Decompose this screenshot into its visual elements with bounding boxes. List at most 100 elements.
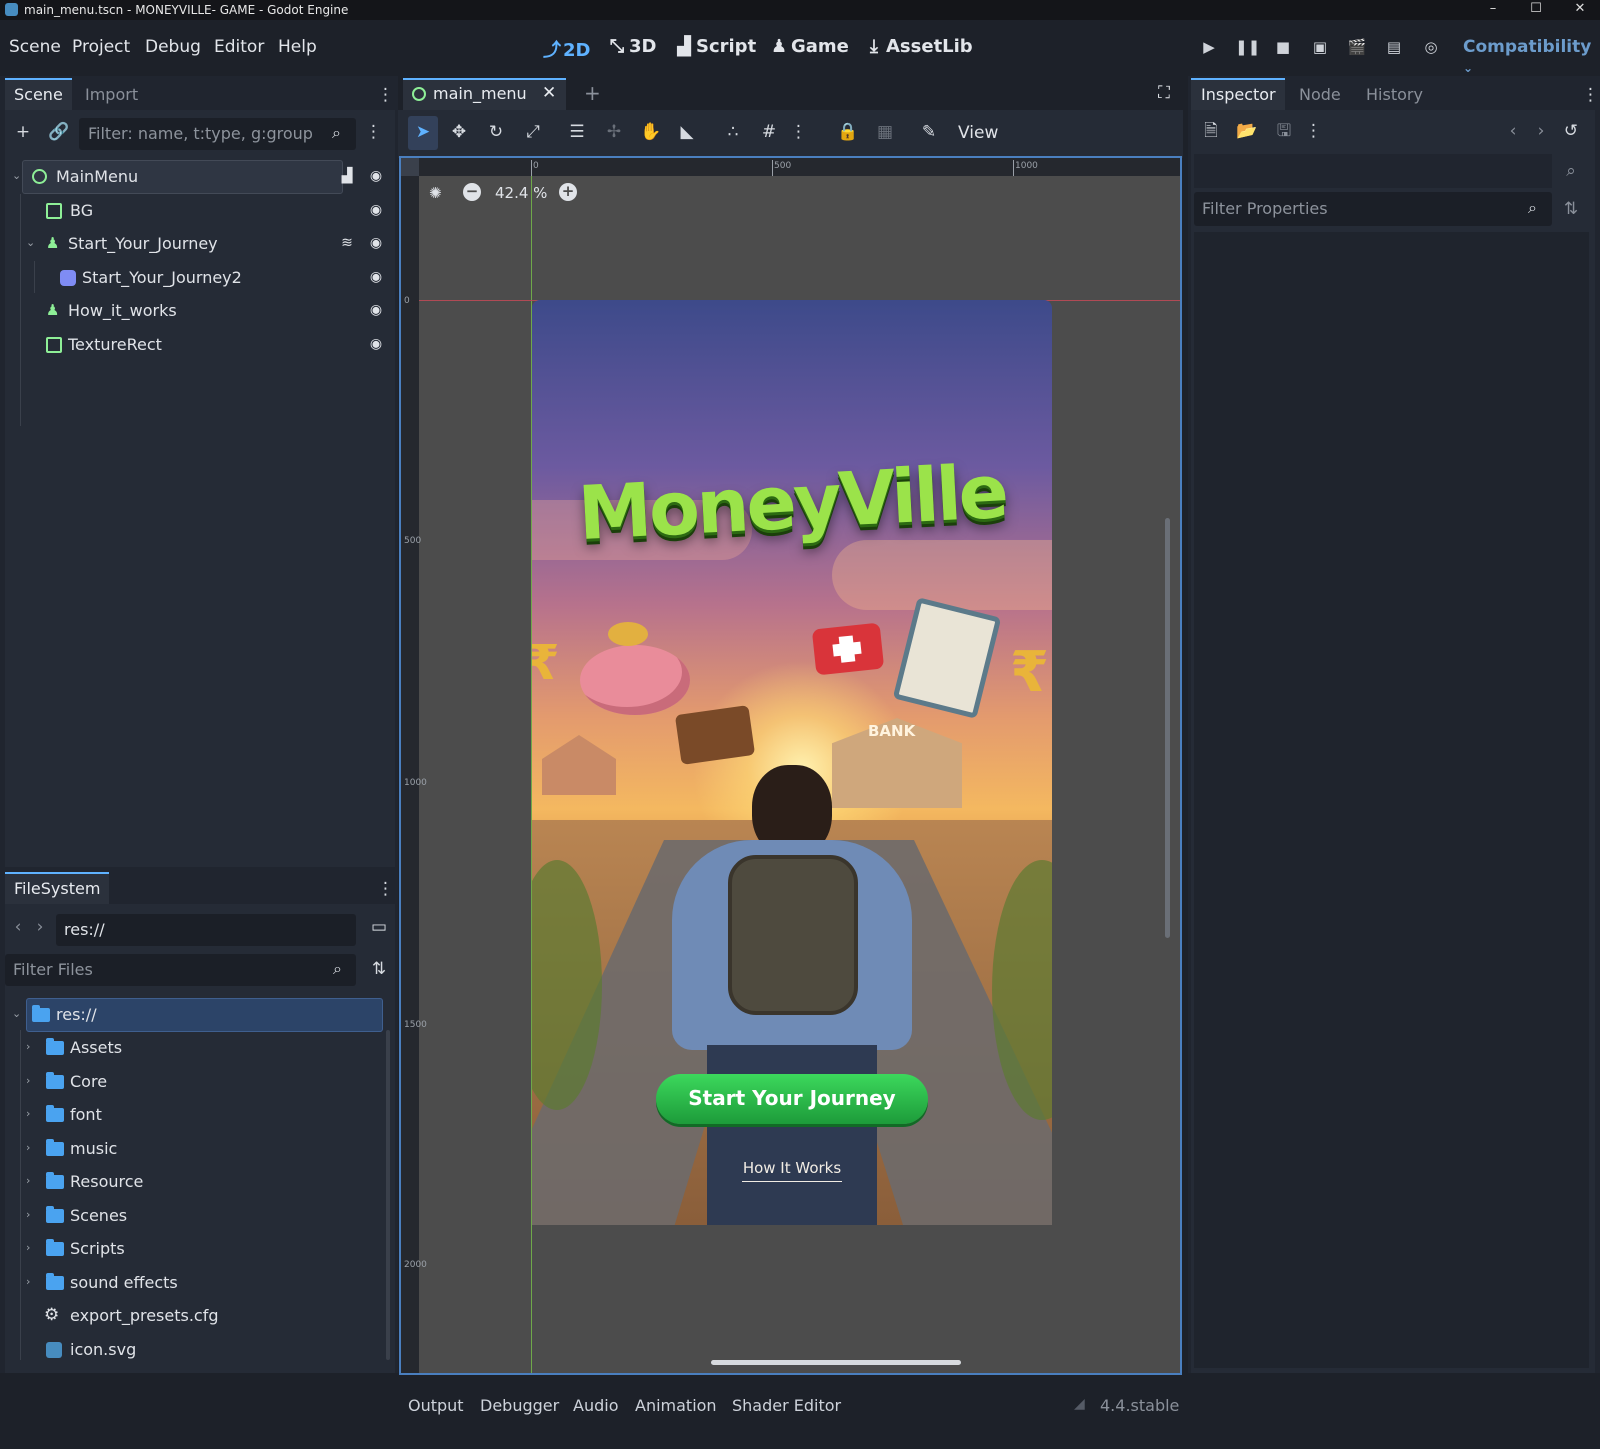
pivot-tool-icon[interactable]: ✢ — [601, 119, 627, 145]
distraction-free-icon[interactable]: ⛶ — [1158, 83, 1170, 103]
tab-import[interactable]: Import — [85, 85, 138, 104]
zoom-level[interactable]: 42.4 % — [495, 184, 547, 202]
lock-icon[interactable]: 🔒 — [835, 119, 861, 145]
script-attached-icon[interactable]: ▟ — [338, 168, 356, 186]
tree-node-texturerect[interactable]: TextureRect ◉ — [12, 328, 390, 362]
viewport-hscroll[interactable] — [711, 1360, 961, 1365]
back-icon[interactable]: ‹ — [8, 914, 28, 940]
tab-filesystem[interactable]: FileSystem — [14, 879, 100, 898]
tree-node-how-it-works[interactable]: ♟ How_it_works ◉ — [12, 294, 390, 328]
dock-menu-icon[interactable]: ⋮ — [377, 876, 394, 902]
tree-node-start-your-journey2[interactable]: Start_Your_Journey2 ◉ — [12, 261, 390, 295]
tab-audio[interactable]: Audio — [573, 1396, 618, 1415]
zoom-in-icon[interactable]: + — [559, 183, 577, 201]
play-custom-scene-icon[interactable]: ▤ — [1383, 38, 1405, 60]
play-scene-icon[interactable]: 🎬 — [1346, 38, 1368, 60]
renderer-selector[interactable]: Compatibility ⌄ — [1463, 37, 1600, 77]
close-tab-icon[interactable]: ✕ — [542, 83, 556, 103]
remote-debug-icon[interactable]: ▣ — [1309, 38, 1331, 60]
split-mode-icon[interactable]: ▭ — [366, 914, 392, 940]
fs-item-sound-effects[interactable]: › sound effects — [12, 1266, 390, 1300]
add-node-icon[interactable]: + — [10, 119, 36, 145]
how-it-works-link[interactable]: How It Works — [712, 1159, 872, 1182]
fs-item-assets[interactable]: › Assets — [12, 1031, 390, 1065]
zoom-out-icon[interactable]: − — [463, 183, 481, 201]
center-view-icon[interactable]: ✺ — [429, 184, 442, 202]
main-screen-assetlib[interactable]: ⤓ AssetLib — [866, 36, 973, 57]
2d-viewport[interactable]: 0 500 1000 0 500 1000 1500 2000 ✺ − 42.4… — [399, 156, 1182, 1375]
menu-scene[interactable]: Scene — [9, 37, 61, 57]
stop-icon[interactable]: ■ — [1272, 38, 1294, 60]
object-search-icon[interactable]: ⌕ — [1558, 158, 1584, 184]
filter-files-input[interactable]: Filter Files ⌕ — [5, 954, 356, 986]
resource-options-icon[interactable]: ⋮ — [1305, 118, 1322, 144]
instance-scene-icon[interactable]: 🔗 — [46, 119, 72, 145]
visibility-eye-icon[interactable]: ◉ — [367, 235, 385, 253]
fs-item-scenes[interactable]: › Scenes — [12, 1199, 390, 1233]
add-scene-tab-icon[interactable]: + — [584, 81, 601, 105]
snap-options-icon[interactable]: ⋮ — [790, 119, 807, 145]
save-resource-icon[interactable]: 🖫 — [1271, 118, 1297, 144]
scene-tab-main-menu[interactable]: main_menu — [433, 84, 527, 103]
menu-project[interactable]: Project — [72, 37, 130, 57]
group-icon[interactable]: ▦ — [872, 119, 898, 145]
tab-node[interactable]: Node — [1299, 85, 1341, 104]
menu-editor[interactable]: Editor — [214, 37, 264, 57]
maximize-button[interactable]: ☐ — [1516, 0, 1556, 20]
tab-shader-editor[interactable]: Shader Editor — [732, 1396, 841, 1415]
select-tool-icon[interactable]: ➤ — [410, 119, 436, 145]
start-your-journey-button[interactable]: Start Your Journey — [656, 1074, 928, 1124]
signal-connected-icon[interactable]: ≋ — [338, 235, 356, 253]
close-window-button[interactable]: ✕ — [1560, 0, 1600, 20]
fs-item-export-presets[interactable]: ⚙ export_presets.cfg — [12, 1299, 390, 1333]
grid-snap-icon[interactable]: # — [756, 119, 782, 145]
visibility-eye-icon[interactable]: ◉ — [367, 336, 385, 354]
tab-animation[interactable]: Animation — [635, 1396, 717, 1415]
main-screen-2d[interactable]: ⤴ 2D — [543, 36, 590, 62]
bone-tool-icon[interactable]: ✎ — [916, 119, 942, 145]
fs-item-icon-svg[interactable]: icon.svg — [12, 1333, 390, 1367]
filter-properties-input[interactable]: Filter Properties ⌕ — [1194, 192, 1552, 226]
open-resource-icon[interactable]: 📂 — [1234, 118, 1260, 144]
list-select-icon[interactable]: ☰ — [564, 119, 590, 145]
path-field[interactable]: res:// — [56, 914, 356, 946]
fs-item-res-root[interactable]: ⌄ res:// — [12, 998, 390, 1032]
menu-help[interactable]: Help — [278, 37, 317, 57]
smart-snap-icon[interactable]: ∴ — [720, 119, 746, 145]
pan-tool-icon[interactable]: ✋ — [638, 119, 664, 145]
history-back-icon[interactable]: ‹ — [1500, 118, 1526, 144]
movie-maker-icon[interactable]: ◎ — [1420, 38, 1442, 60]
tree-node-start-your-journey[interactable]: ⌄ ♟ Start_Your_Journey ≋ ◉ — [12, 227, 390, 261]
minimize-button[interactable]: – — [1473, 0, 1513, 20]
pause-icon[interactable]: ❚❚ — [1235, 38, 1260, 60]
viewport-vscroll[interactable] — [1165, 518, 1170, 938]
dock-menu-icon[interactable]: ⋮ — [1582, 82, 1599, 108]
ruler-tool-icon[interactable]: ◣ — [674, 119, 700, 145]
dock-menu-icon[interactable]: ⋮ — [377, 82, 394, 108]
main-screen-game[interactable]: ♟ Game — [771, 36, 849, 57]
tab-debugger[interactable]: Debugger — [480, 1396, 559, 1415]
sort-icon[interactable]: ⇅ — [366, 956, 392, 982]
visibility-eye-icon[interactable]: ◉ — [367, 269, 385, 287]
fs-item-core[interactable]: › Core — [12, 1065, 390, 1099]
visibility-eye-icon[interactable]: ◉ — [367, 302, 385, 320]
view-menu-button[interactable]: View — [958, 123, 998, 143]
menu-debug[interactable]: Debug — [145, 37, 201, 57]
main-screen-3d[interactable]: ⤡ 3D — [609, 36, 657, 57]
scene-filter-input[interactable]: Filter: name, t:type, g:group ⌕ — [79, 118, 356, 150]
forward-icon[interactable]: › — [30, 914, 50, 940]
tree-node-bg[interactable]: BG ◉ — [12, 194, 390, 228]
scene-options-icon[interactable]: ⋮ — [365, 119, 382, 145]
fs-item-resource[interactable]: › Resource — [12, 1165, 390, 1199]
play-project-icon[interactable]: ▶ — [1198, 38, 1220, 60]
scale-tool-icon[interactable]: ⤢ — [520, 119, 546, 145]
tab-inspector[interactable]: Inspector — [1201, 85, 1276, 104]
move-tool-icon[interactable]: ✥ — [446, 119, 472, 145]
visibility-eye-icon[interactable]: ◉ — [367, 202, 385, 220]
main-screen-script[interactable]: ▟ Script — [676, 36, 756, 57]
rotate-tool-icon[interactable]: ↻ — [483, 119, 509, 145]
history-forward-icon[interactable]: › — [1528, 118, 1554, 144]
tab-history[interactable]: History — [1366, 85, 1423, 104]
tree-node-mainmenu[interactable]: ⌄ MainMenu ▟ ◉ — [12, 160, 390, 194]
new-resource-icon[interactable]: 🗎 — [1198, 118, 1224, 144]
